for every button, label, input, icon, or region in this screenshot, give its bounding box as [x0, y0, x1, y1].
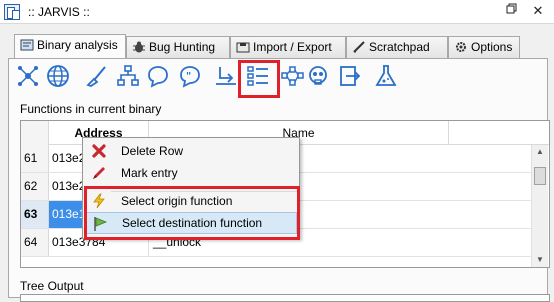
functions-label: Functions in current binary	[20, 102, 162, 116]
import-export-icon	[236, 42, 250, 53]
graph-icon[interactable]	[278, 62, 306, 90]
delete-x-icon	[92, 144, 106, 158]
tab-binary-analysis[interactable]: Binary analysis	[14, 34, 126, 58]
tree-output-label: Tree Output	[20, 279, 84, 293]
tab-label: Binary analysis	[37, 38, 118, 52]
toolbar-highlight	[238, 60, 280, 98]
tab-label: Bug Hunting	[149, 40, 216, 54]
menu-item-delete-row[interactable]: Delete Row	[85, 140, 297, 162]
tree-output-panel	[20, 294, 550, 302]
window-title: :: JARVIS ::	[28, 5, 90, 19]
scroll-down-icon[interactable]: ▼	[532, 253, 548, 267]
globe-icon[interactable]	[44, 62, 72, 90]
scratchpad-icon	[353, 41, 365, 53]
restore-icon[interactable]	[504, 3, 520, 19]
title-bar: :: JARVIS :: ✕	[0, 0, 554, 24]
row-number: 62	[21, 173, 49, 200]
tab-import-export[interactable]: Import / Export	[230, 36, 346, 58]
scrollbar-thumb[interactable]	[534, 167, 546, 185]
scroll-up-icon[interactable]: ▲	[532, 145, 548, 159]
marker-icon	[93, 167, 105, 179]
quote-icon[interactable]: "	[176, 62, 204, 90]
row-number: 63	[21, 201, 49, 228]
svg-text:": "	[186, 71, 191, 82]
export-icon[interactable]	[336, 62, 364, 90]
close-icon[interactable]: ✕	[530, 3, 546, 19]
app-icon	[4, 4, 20, 20]
tab-scratchpad[interactable]: Scratchpad	[346, 36, 448, 58]
brush-icon[interactable]	[82, 62, 110, 90]
tree-icon[interactable]	[114, 62, 142, 90]
gear-icon	[456, 42, 466, 52]
tab-label: Scratchpad	[369, 40, 430, 54]
menu-item-label: Delete Row	[121, 144, 184, 158]
menu-highlight	[84, 186, 300, 240]
skull-icon[interactable]	[304, 62, 332, 90]
vertical-scrollbar[interactable]: ▲ ▼	[531, 145, 548, 267]
tab-label: Options	[471, 40, 513, 54]
row-number: 64	[21, 229, 49, 256]
tab-options[interactable]: Options	[448, 36, 520, 58]
tab-bug-hunting[interactable]: Bug Hunting	[126, 36, 230, 58]
tab-label: Import / Export	[253, 40, 332, 54]
row-number: 61	[21, 145, 49, 172]
bug-icon	[133, 41, 145, 53]
row-header-corner	[21, 121, 49, 145]
binary-analysis-icon	[20, 39, 34, 51]
import-arrow-icon[interactable]	[212, 62, 240, 90]
flask-icon[interactable]	[372, 62, 400, 90]
menu-item-mark-entry[interactable]: Mark entry	[85, 162, 297, 184]
network-icon[interactable]	[14, 62, 42, 90]
comment-icon[interactable]	[144, 62, 172, 90]
menu-item-label: Mark entry	[121, 166, 178, 180]
